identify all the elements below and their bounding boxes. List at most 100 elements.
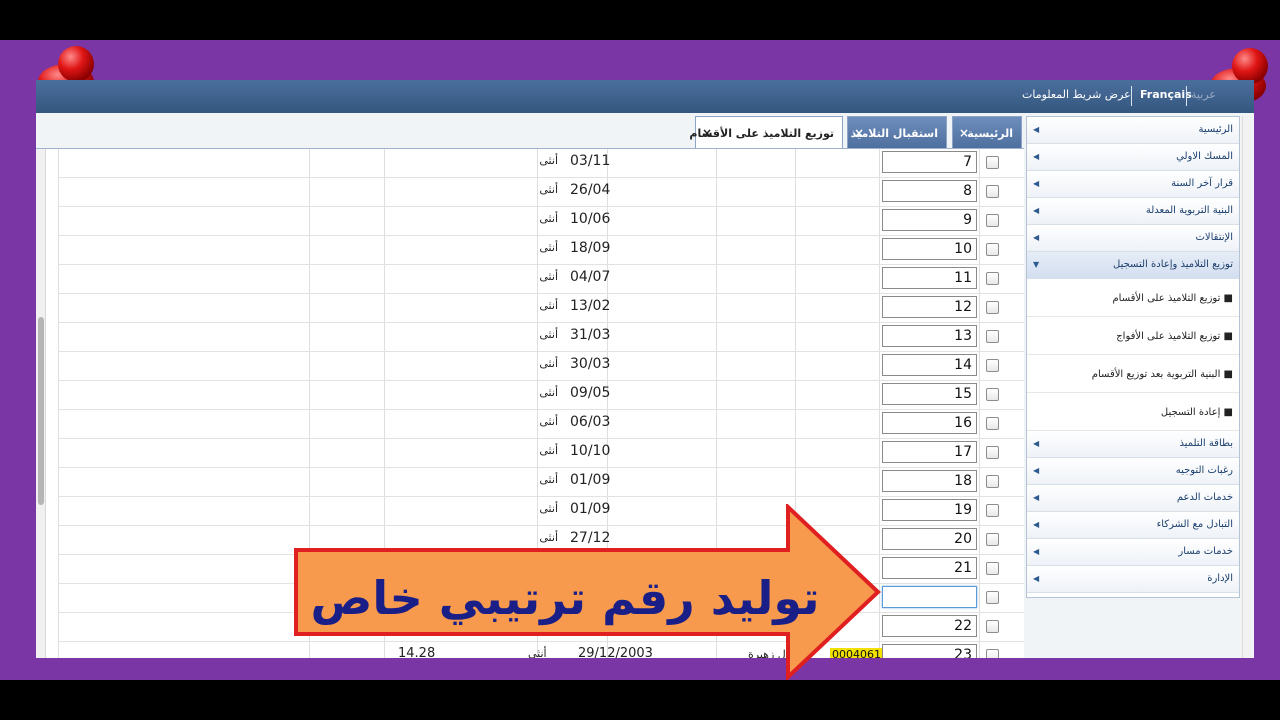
birth-date-cell: 10/10: [570, 443, 611, 459]
order-number-input[interactable]: 23: [882, 644, 977, 658]
order-number-input[interactable]: 20: [882, 528, 977, 550]
row-checkbox[interactable]: [986, 330, 999, 343]
bullet-icon: ■: [1223, 293, 1233, 304]
lang-french-link[interactable]: Français: [1140, 88, 1192, 101]
row-checkbox[interactable]: [986, 649, 999, 658]
gender-cell: أنثى: [539, 183, 558, 196]
order-number-input[interactable]: 11: [882, 267, 977, 289]
order-number-input[interactable]: 12: [882, 296, 977, 318]
top-bar: عرض شريط المعلومات Français عربية: [36, 80, 1254, 113]
sidebar-item[interactable]: ◀ البنية التربوية المعدلة: [1027, 198, 1239, 225]
row-checkbox[interactable]: [986, 620, 999, 633]
sidebar-item[interactable]: ◀ التبادل مع الشركاء: [1027, 512, 1239, 539]
gender-cell: أنثى: [539, 328, 558, 341]
sidebar-subitem-label: ■ إعادة التسجيل: [1161, 407, 1233, 418]
row-checkbox[interactable]: [986, 562, 999, 575]
chevron-left-icon: ◀: [1033, 206, 1040, 215]
order-number-input[interactable]: 17: [882, 441, 977, 463]
sidebar-item-label: البنية التربوية المعدلة: [1145, 205, 1233, 216]
order-number-input[interactable]: 13: [882, 325, 977, 347]
sidebar-subitem[interactable]: ■ توزيع التلاميذ على الأقسام: [1027, 279, 1239, 317]
sidebar-item[interactable]: ◀ خدمات الدعم: [1027, 485, 1239, 512]
sidebar-item-label: بطاقة التلميذ: [1179, 438, 1233, 449]
order-number-input[interactable]: 21: [882, 557, 977, 579]
sidebar-item[interactable]: ◀ خدمات مسار: [1027, 539, 1239, 566]
chevron-left-icon: ◀: [1033, 466, 1040, 475]
row-checkbox[interactable]: [986, 301, 999, 314]
order-number-input[interactable]: 22: [882, 615, 977, 637]
sidebar-subitem-text: توزيع التلاميذ على الأفواج: [1116, 331, 1221, 342]
sidebar-item-distribution-open[interactable]: ▼ توزيع التلاميذ وإعادة التسجيل: [1027, 252, 1239, 279]
tab-home[interactable]: × الرئيسية: [952, 116, 1022, 150]
order-number-input[interactable]: 19: [882, 499, 977, 521]
birth-date-cell: 10/06: [570, 211, 611, 227]
sidebar-item-label: الإنتقالات: [1195, 232, 1233, 243]
order-number-input[interactable]: 16: [882, 412, 977, 434]
gender-cell: أنثى: [539, 212, 558, 225]
sidebar-item[interactable]: ◀ رغبات التوجيه: [1027, 458, 1239, 485]
sidebar-menu: ◀ الرئيسية ◀ المسك الاولي ◀ قرار آخر السنة ◀ ال…: [1026, 116, 1240, 598]
bullet-icon: ■: [1223, 407, 1233, 418]
order-number-input[interactable]: [882, 586, 977, 608]
sidebar-item-label: خدمات مسار: [1178, 546, 1233, 557]
sidebar-item-label: المسك الاولي: [1176, 151, 1233, 162]
chevron-left-icon: ◀: [1033, 233, 1040, 242]
vertical-scrollbar[interactable]: [36, 149, 46, 658]
right-scrollbar[interactable]: [1242, 116, 1252, 658]
sidebar-item[interactable]: ◀ المسك الاولي: [1027, 144, 1239, 171]
tab-label: توزيع التلاميذ على الأقسام: [689, 127, 834, 140]
order-number-input[interactable]: 8: [882, 180, 977, 202]
bullet-icon: ■: [1223, 369, 1233, 380]
row-checkbox[interactable]: [986, 272, 999, 285]
chevron-left-icon: ◀: [1033, 152, 1040, 161]
sidebar-item[interactable]: ◀ بطاقة التلميذ: [1027, 431, 1239, 458]
order-number-input[interactable]: 14: [882, 354, 977, 376]
row-checkbox[interactable]: [986, 243, 999, 256]
topbar-separator: [1131, 86, 1132, 106]
sidebar-subitem[interactable]: ■ البنية التربوية بعد توزيع الأقسام: [1027, 355, 1239, 393]
table-row: أنثى 13/02 12: [58, 294, 1024, 323]
tab-student-reception[interactable]: × استقبال التلاميذ: [847, 116, 947, 150]
chevron-left-icon: ◀: [1033, 125, 1040, 134]
table-row: أنثى 18/09 10: [58, 236, 1024, 265]
row-checkbox[interactable]: [986, 185, 999, 198]
chevron-left-icon: ◀: [1033, 493, 1040, 502]
row-checkbox[interactable]: [986, 591, 999, 604]
sidebar-item-label: خدمات الدعم: [1176, 492, 1233, 503]
row-checkbox[interactable]: [986, 475, 999, 488]
sidebar-subitem[interactable]: ■ توزيع التلاميذ على الأفواج: [1027, 317, 1239, 355]
birth-date-cell: 31/03: [570, 327, 611, 343]
row-checkbox[interactable]: [986, 446, 999, 459]
sidebar-subitem-text: البنية التربوية بعد توزيع الأقسام: [1091, 369, 1221, 380]
gender-cell: أنثى: [539, 415, 558, 428]
show-info-bar-link[interactable]: عرض شريط المعلومات: [1022, 88, 1131, 101]
row-checkbox[interactable]: [986, 214, 999, 227]
tab-distribute-classes[interactable]: × توزيع التلاميذ على الأقسام: [689, 116, 843, 151]
table-row: أنثى 10/10 17: [58, 439, 1024, 468]
row-checkbox[interactable]: [986, 359, 999, 372]
row-checkbox[interactable]: [986, 533, 999, 546]
row-checkbox[interactable]: [986, 417, 999, 430]
order-number-input[interactable]: 10: [882, 238, 977, 260]
row-checkbox[interactable]: [986, 504, 999, 517]
sidebar-item[interactable]: ◀ الإنتقالات: [1027, 225, 1239, 252]
sidebar-item[interactable]: ◀ قرار آخر السنة: [1027, 171, 1239, 198]
sidebar-item[interactable]: ◀ الإدارة: [1027, 566, 1239, 593]
birth-date-cell: 13/02: [570, 298, 611, 314]
sidebar-subitem[interactable]: ■ إعادة التسجيل: [1027, 393, 1239, 431]
gender-cell: أنثى: [539, 241, 558, 254]
order-number-input[interactable]: 15: [882, 383, 977, 405]
lang-arabic-link[interactable]: عربية: [1191, 88, 1216, 101]
row-checkbox[interactable]: [986, 388, 999, 401]
birth-date-cell: 04/07: [570, 269, 611, 285]
table-row: أنثى 30/03 14: [58, 352, 1024, 381]
sidebar-item[interactable]: ◀ الرئيسية: [1027, 117, 1239, 144]
gender-cell: أنثى: [539, 154, 558, 167]
table-row: أنثى 04/07 11: [58, 265, 1024, 294]
scrollbar-thumb[interactable]: [38, 317, 44, 505]
order-number-input[interactable]: 9: [882, 209, 977, 231]
order-number-input[interactable]: 18: [882, 470, 977, 492]
birth-date-cell: 26/04: [570, 182, 611, 198]
order-number-input[interactable]: 7: [882, 151, 977, 173]
row-checkbox[interactable]: [986, 156, 999, 169]
